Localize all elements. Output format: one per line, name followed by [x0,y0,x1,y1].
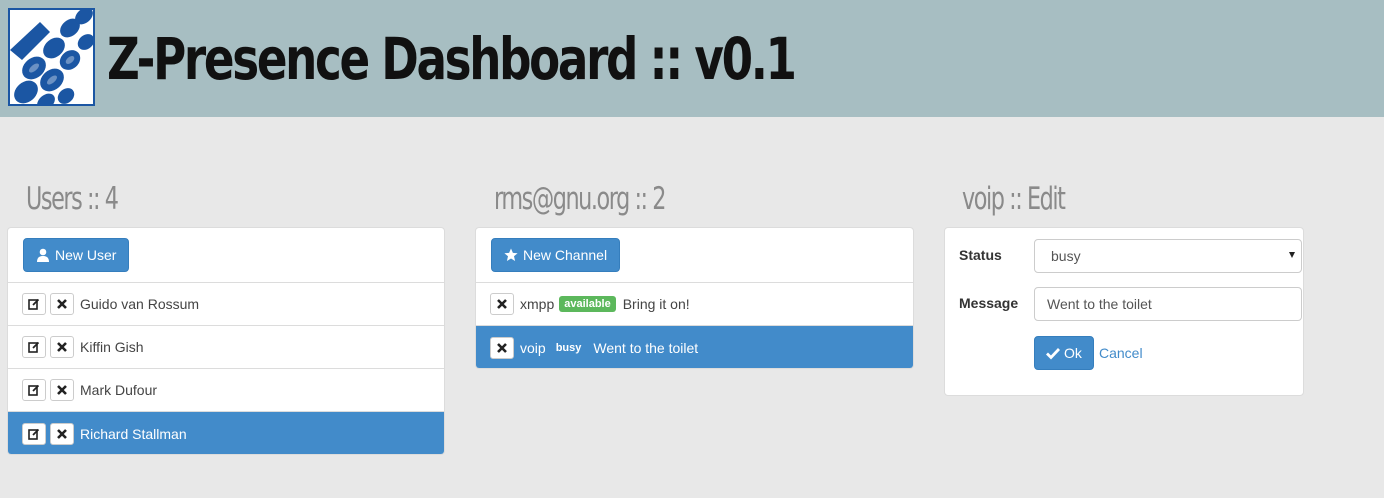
channel-message: Bring it on! [622,296,690,312]
message-input[interactable]: Went to the toilet [1034,287,1302,321]
status-select[interactable]: busy [1034,239,1302,273]
form-actions: Ok Cancel [959,336,1299,370]
app-header: Z-Presence Dashboard :: v0.1 [0,0,1384,117]
channels-panel-toolbar: New Channel [476,228,913,283]
status-badge: available [559,296,616,312]
users-column-title: Users :: 4 [26,181,119,217]
delete-icon[interactable] [50,336,74,358]
user-icon [37,248,49,262]
new-channel-button[interactable]: New Channel [491,238,621,272]
edit-icon[interactable] [22,336,46,358]
user-list: Guido van Rossum Kiffin Gish Mark Dufour Ri… [8,283,444,454]
z-presence-logo-icon [8,8,95,106]
channels-panel: New Channel xmpp available Bring it on! voi… [475,227,914,369]
new-channel-label: New Channel [523,247,608,263]
message-label: Message [959,295,1019,311]
edit-icon[interactable] [22,379,46,401]
user-row[interactable]: Guido van Rossum [8,283,444,326]
delete-icon[interactable] [490,293,514,315]
status-form-row: Status busy [959,239,1302,273]
caret-down-icon [1289,252,1295,258]
cancel-link[interactable]: Cancel [1099,336,1143,370]
status-select-value: busy [1051,248,1081,264]
edit-column-title: voip :: Edit [962,181,1066,217]
user-name: Mark Dufour [80,382,158,398]
user-name: Kiffin Gish [80,339,144,355]
users-panel-toolbar: New User [8,228,444,283]
new-user-label: New User [55,247,117,263]
user-row[interactable]: Richard Stallman [8,412,444,454]
users-panel: New User Guido van Rossum Kiffin Gish Mark… [7,227,445,455]
edit-icon[interactable] [22,422,46,445]
edit-panel: Status busy Message Went to the toilet O… [944,227,1304,396]
ok-label: Ok [1064,345,1082,361]
delete-icon[interactable] [50,422,74,445]
status-label: Status [959,247,1002,263]
channel-name: voip [520,339,546,356]
message-form-row: Message Went to the toilet [959,287,1302,321]
channel-row[interactable]: xmpp available Bring it on! [476,283,913,326]
channel-list: xmpp available Bring it on! voip busy Went to… [476,283,913,368]
delete-icon[interactable] [50,379,74,401]
star-icon [504,248,518,261]
ok-button[interactable]: Ok [1034,336,1094,370]
channel-name: xmpp [520,296,555,312]
user-row[interactable]: Kiffin Gish [8,326,444,369]
message-input-value: Went to the toilet [1047,296,1152,312]
new-user-button[interactable]: New User [23,238,130,272]
channel-message: Went to the toilet [593,339,699,356]
user-name: Guido van Rossum [80,296,200,312]
delete-icon[interactable] [50,293,74,315]
channel-row[interactable]: voip busy Went to the toilet [476,326,913,368]
app-title: Z-Presence Dashboard :: v0.1 [107,25,797,93]
user-name: Richard Stallman [80,425,187,442]
channels-column-title: rms@gnu.org :: 2 [494,181,666,217]
delete-icon[interactable] [490,336,514,359]
edit-icon[interactable] [22,293,46,315]
user-row[interactable]: Mark Dufour [8,369,444,412]
checkmark-icon [1046,348,1060,360]
status-badge: busy [555,341,582,354]
